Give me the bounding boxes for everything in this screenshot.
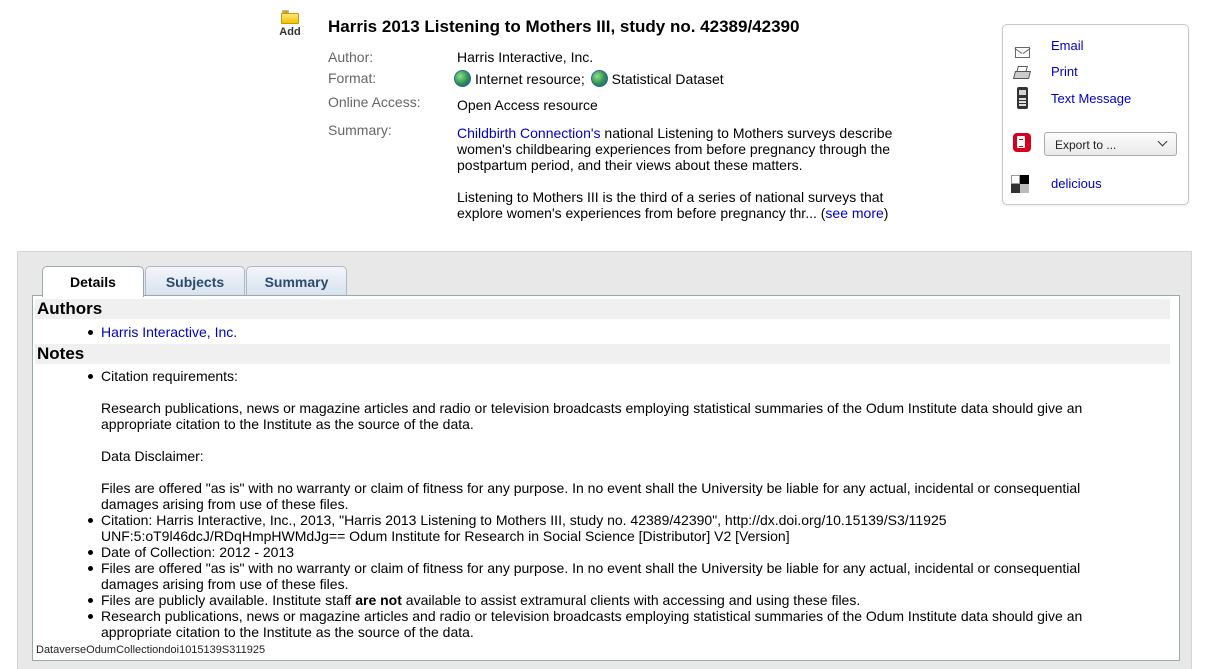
add-label: Add: [279, 26, 301, 38]
delicious-action[interactable]: delicious: [1003, 175, 1188, 195]
summary-label: Summary:: [328, 122, 392, 138]
list-item: Files are offered "as is" with no warran…: [88, 560, 1141, 592]
author-label: Author:: [328, 49, 374, 65]
note-research-publications: Research publications, news or magazine …: [101, 608, 1083, 640]
note-citation-body: Research publications, news or magazine …: [101, 400, 1083, 432]
note-availability-end: available to assist extramural clients w…: [401, 592, 861, 608]
summary-paragraph-2: Listening to Mothers III is the third of…: [457, 189, 884, 221]
tab-details[interactable]: Details: [42, 266, 144, 297]
email-action[interactable]: Email: [1003, 38, 1188, 61]
print-action[interactable]: Print: [1003, 64, 1188, 85]
list-item: Citation: Harris Interactive, Inc., 2013…: [88, 512, 1141, 544]
note-disclaimer-body: Files are offered "as is" with no warran…: [101, 480, 1081, 512]
format-value: Internet resource; Statistical Dataset: [454, 70, 724, 87]
delicious-link[interactable]: delicious: [1051, 176, 1102, 191]
format-label: Format:: [328, 70, 377, 86]
notes-list: Citation requirements: Research publicat…: [88, 368, 1141, 640]
print-link[interactable]: Print: [1051, 64, 1078, 79]
printer-icon: [1012, 65, 1032, 83]
note-citation-requirements: Citation requirements:: [101, 368, 238, 384]
globe-icon: [590, 70, 608, 87]
note-availability: Files are publicly available. Institute …: [101, 592, 356, 608]
text-message-link[interactable]: Text Message: [1051, 91, 1131, 106]
summary-text: Childbirth Connection's national Listeni…: [457, 125, 917, 237]
authors-list: Harris Interactive, Inc.: [88, 324, 1141, 340]
format-statistical-dataset: Statistical Dataset: [611, 71, 724, 87]
export-dropdown[interactable]: Export to ...: [1044, 132, 1177, 156]
record-actions-box: Email Print Text Message Export to ... d…: [1002, 24, 1189, 205]
details-tabs-panel: Details Subjects Summary Authors Harris …: [17, 251, 1192, 669]
email-icon: [1015, 47, 1030, 58]
delicious-icon: [1011, 175, 1029, 193]
chevron-down-icon: [1157, 136, 1168, 147]
globe-icon: [454, 70, 471, 87]
details-tab-content: Authors Harris Interactive, Inc. Notes C…: [32, 295, 1180, 661]
note-citation: Citation: Harris Interactive, Inc., 2013…: [101, 512, 947, 544]
add-button[interactable]: Add: [277, 10, 303, 38]
pdf-export-icon: [1013, 133, 1031, 152]
list-item: Harris Interactive, Inc.: [88, 324, 1141, 340]
note-disclaimer-heading: Data Disclaimer:: [101, 448, 204, 464]
folder-add-icon: [281, 10, 299, 24]
note-date-of-collection: Date of Collection: 2012 - 2013: [101, 544, 295, 560]
phone-icon: [1017, 87, 1028, 109]
list-item: Research publications, news or magazine …: [88, 608, 1141, 640]
list-item: Files are publicly available. Institute …: [88, 592, 1141, 608]
see-more-link[interactable]: see more: [825, 205, 883, 221]
summary-paren-close: ): [883, 205, 889, 221]
online-access-label: Online Access:: [328, 94, 421, 110]
list-item: Date of Collection: 2012 - 2013: [88, 544, 1141, 560]
list-item: Citation requirements: Research publicat…: [88, 368, 1141, 512]
record-title: Harris 2013 Listening to Mothers III, st…: [328, 17, 800, 36]
format-internet-resource: Internet resource;: [475, 71, 585, 87]
tab-summary[interactable]: Summary: [246, 266, 347, 296]
export-dropdown-label: Export to ...: [1055, 138, 1117, 152]
note-files-offered: Files are offered "as is" with no warran…: [101, 560, 1081, 592]
author-link[interactable]: Harris Interactive, Inc.: [457, 49, 593, 65]
authors-heading: Authors: [35, 299, 1170, 319]
author-list-link[interactable]: Harris Interactive, Inc.: [101, 324, 237, 340]
note-availability-bold: are not: [355, 592, 402, 608]
open-access-link[interactable]: Open Access resource: [457, 97, 598, 113]
text-message-action[interactable]: Text Message: [1003, 87, 1188, 109]
notes-heading: Notes: [35, 344, 1170, 364]
childbirth-connection-link[interactable]: Childbirth Connection's: [457, 125, 601, 141]
email-link[interactable]: Email: [1051, 38, 1084, 53]
tab-subjects[interactable]: Subjects: [145, 266, 245, 296]
collection-id: DataverseOdumCollectiondoi1015139S311925: [36, 644, 266, 656]
